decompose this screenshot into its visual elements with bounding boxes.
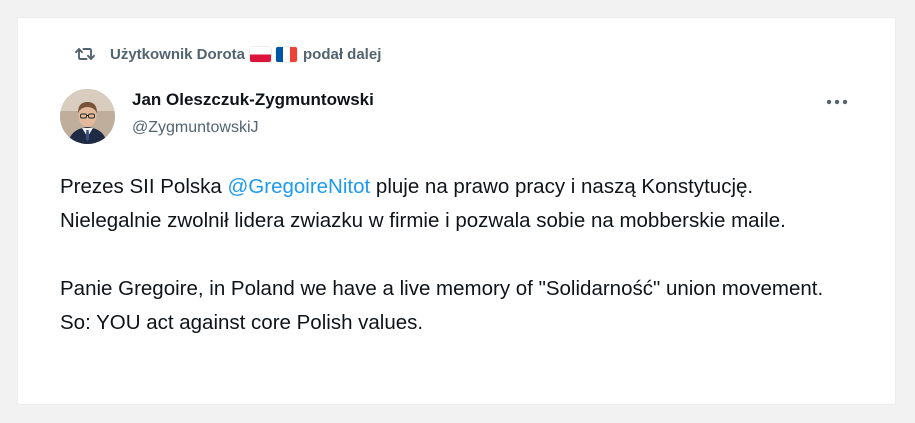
avatar[interactable] [60, 89, 115, 144]
tweet-text: Prezes SII Polska @GregoireNitot pluje n… [60, 170, 850, 340]
retweet-icon [74, 43, 96, 65]
tweet-paragraph-2: Panie Gregoire, in Poland we have a live… [60, 277, 824, 334]
author-name[interactable]: Jan Oleszczuk-Zygmuntowski [132, 88, 374, 112]
author-handle[interactable]: @ZygmuntowskiJ [132, 116, 374, 140]
author-block: Jan Oleszczuk-Zygmuntowski @Zygmuntowski… [132, 88, 374, 140]
retweet-context: Użytkownik Dorota podał dalej [74, 43, 381, 65]
flag-poland-icon [250, 46, 272, 62]
more-dots-icon [826, 99, 848, 105]
flag-france-icon [276, 46, 298, 62]
retweeter-link[interactable]: Użytkownik Dorota [110, 46, 245, 63]
tweet-paragraph-1: Prezes SII Polska @GregoireNitot pluje n… [60, 175, 786, 232]
retweet-suffix: podał dalej [303, 45, 382, 63]
mention-link[interactable]: @GregoireNitot [227, 175, 370, 198]
more-options-button[interactable] [822, 92, 852, 112]
